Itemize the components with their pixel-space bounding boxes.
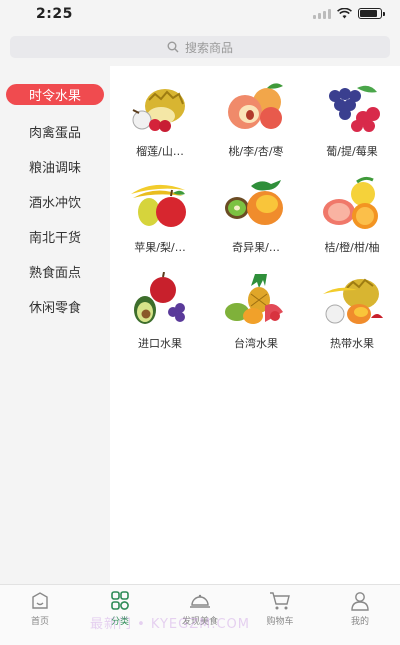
subcategory-peach[interactable]: 桃/李/杏/枣: [208, 66, 304, 162]
profile-icon: [351, 592, 369, 611]
cloche-icon: [190, 594, 210, 608]
subcategory-label: 奇异果/…: [232, 241, 280, 254]
tab-cart[interactable]: 购物车: [240, 585, 320, 645]
tab-label: 发现美食: [181, 617, 218, 627]
tab-label: 我的: [350, 617, 369, 627]
sidebar-item-snacks[interactable]: 休闲零食: [0, 289, 110, 324]
status-icons: [313, 8, 385, 19]
apple-pear-icon: [131, 184, 186, 227]
sidebar-item-deli[interactable]: 熟食面点: [0, 254, 110, 289]
search-placeholder: 搜索商品: [184, 40, 233, 55]
peach-icon: [228, 83, 283, 129]
subcategory-taiwan[interactable]: 台湾水果: [208, 258, 304, 354]
subcategory-grid: 榴莲/山… 桃/李/杏/枣 葡/提/莓果 苹果/梨/… 奇异果/… 桔/橙/柑/…: [110, 66, 400, 354]
subcategory-grapes[interactable]: 葡/提/莓果: [304, 66, 400, 162]
citrus-icon: [323, 176, 378, 229]
subcategory-label: 苹果/梨/…: [134, 241, 186, 254]
kiwi-mango-icon: [225, 180, 283, 225]
category-icon: [111, 591, 129, 610]
subcategory-kiwi[interactable]: 奇异果/…: [208, 162, 304, 258]
sidebar-item-meat-eggs[interactable]: 肉禽蛋品: [0, 114, 110, 149]
subcategory-label: 桔/橙/柑/柚: [324, 241, 380, 254]
subcategory-panel: 榴莲/山… 桃/李/杏/枣 葡/提/莓果 苹果/梨/… 奇异果/… 桔/橙/柑/…: [110, 66, 400, 584]
tab-category[interactable]: 分类: [80, 585, 160, 645]
grapes-berries-icon: [329, 85, 380, 132]
subcategory-label: 葡/提/莓果: [326, 145, 378, 158]
taiwan-fruit-icon: [225, 274, 283, 324]
subcategory-label: 热带水果: [330, 337, 374, 350]
tab-label: 首页: [30, 617, 49, 627]
subcategory-label: 台湾水果: [234, 337, 278, 350]
tab-discover-food[interactable]: 发现美食: [160, 585, 240, 645]
search-icon: [167, 41, 179, 53]
subcategory-durian[interactable]: 榴莲/山…: [112, 66, 208, 162]
bottom-tab-bar: 首页 分类 发现美食 购物车 我的: [0, 584, 400, 645]
durian-mangosteen-icon: [132, 89, 185, 132]
subcategory-label: 进口水果: [138, 337, 182, 350]
signal-icon: [313, 8, 331, 19]
tropical-fruit-icon: [323, 278, 383, 324]
tab-profile[interactable]: 我的: [320, 585, 400, 645]
subcategory-apple-pear[interactable]: 苹果/梨/…: [112, 162, 208, 258]
cart-icon: [270, 592, 290, 610]
subcategory-label: 榴莲/山…: [136, 145, 184, 158]
tab-home[interactable]: 首页: [0, 585, 80, 645]
subcategory-label: 桃/李/杏/枣: [228, 145, 284, 158]
tab-label: 分类: [110, 617, 129, 627]
subcategory-citrus[interactable]: 桔/橙/柑/柚: [304, 162, 400, 258]
wifi-icon: [337, 8, 352, 19]
search-input[interactable]: 搜索商品: [10, 36, 390, 58]
subcategory-tropical[interactable]: 热带水果: [304, 258, 400, 354]
status-time: 2:25: [36, 6, 73, 22]
subcategory-imported[interactable]: 进口水果: [112, 258, 208, 354]
sidebar-item-seasonal-fruit[interactable]: 时令水果: [6, 84, 104, 105]
status-bar: 2:25: [0, 0, 400, 30]
sidebar-item-drinks[interactable]: 酒水冲饮: [0, 184, 110, 219]
home-icon: [32, 592, 48, 609]
search-bar: 搜索商品: [0, 30, 400, 64]
battery-icon: [358, 8, 385, 19]
tab-label: 购物车: [266, 617, 294, 627]
category-sidebar: 时令水果 肉禽蛋品 粮油调味 酒水冲饮 南北干货 熟食面点 休闲零食: [0, 66, 110, 584]
imported-fruit-icon: [134, 272, 185, 324]
sidebar-item-grain-oil[interactable]: 粮油调味: [0, 149, 110, 184]
sidebar-item-dry-goods[interactable]: 南北干货: [0, 219, 110, 254]
